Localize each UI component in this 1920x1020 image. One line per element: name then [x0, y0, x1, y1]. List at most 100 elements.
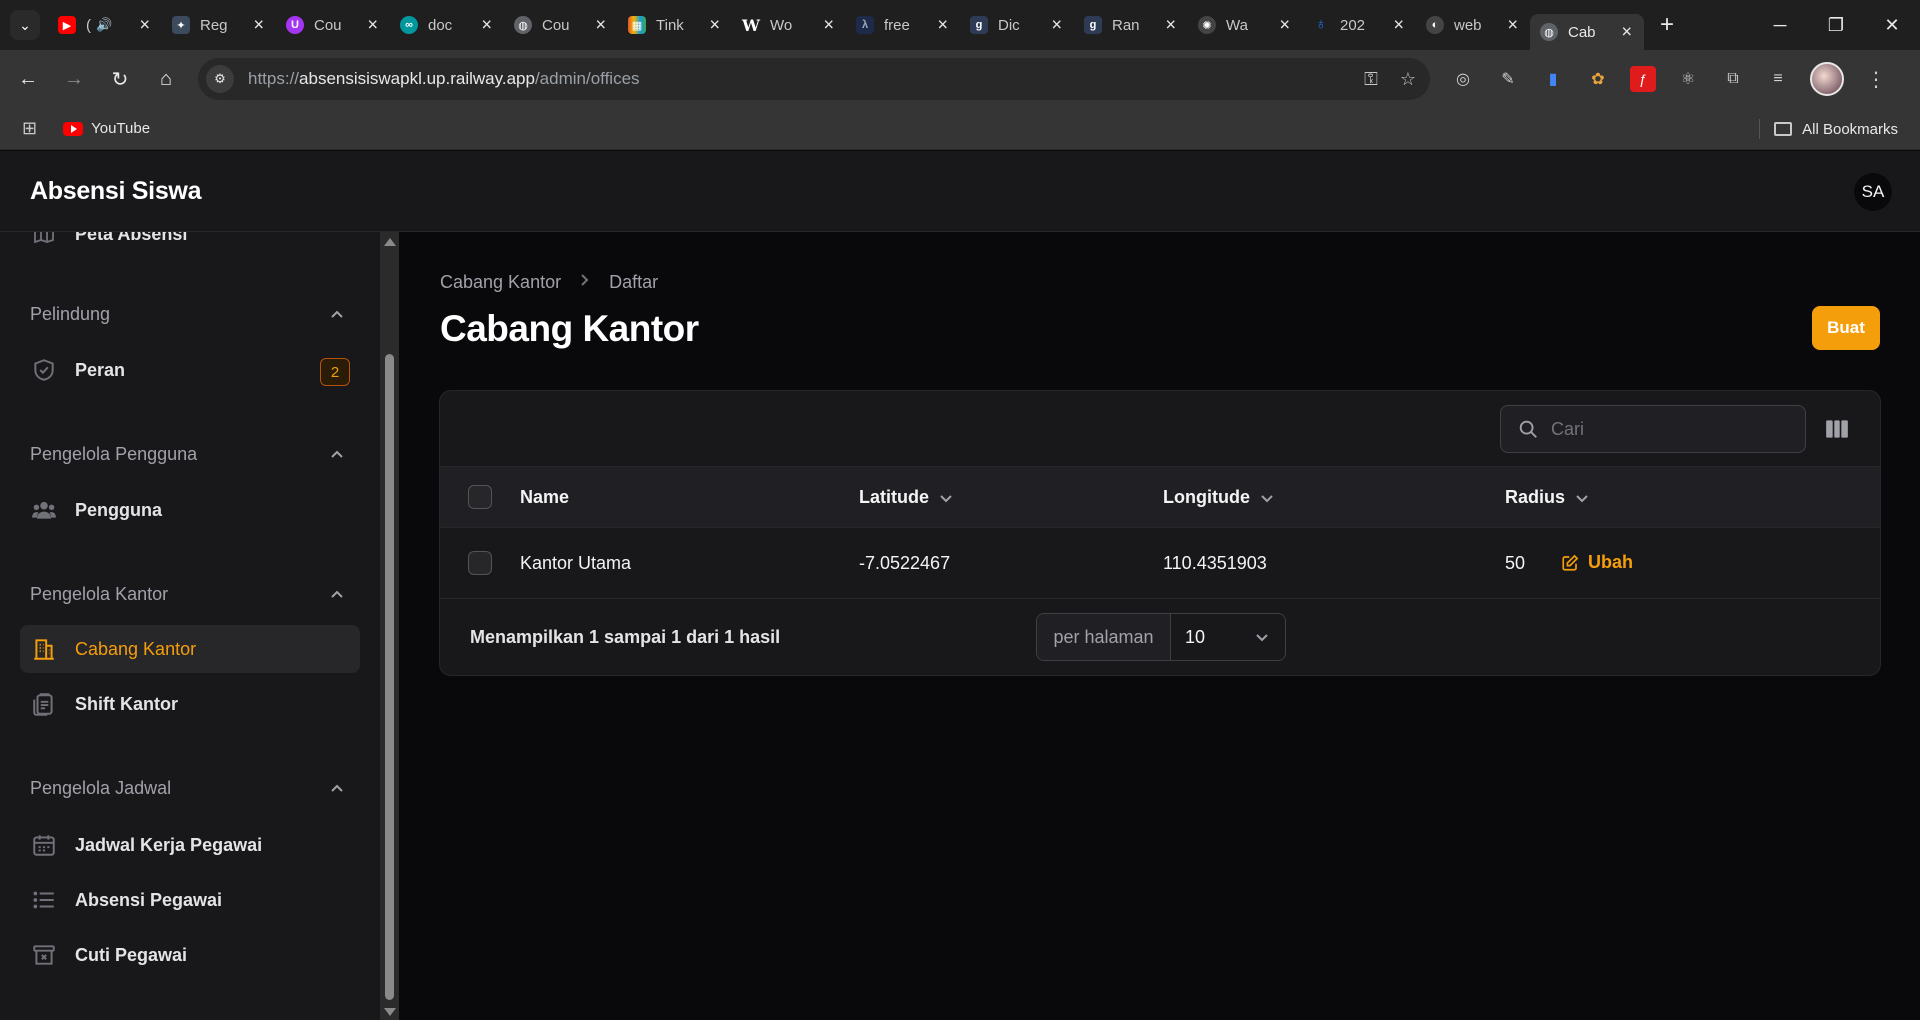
react-devtools-icon[interactable]: ⚛ [1675, 66, 1701, 92]
close-tab-icon[interactable]: × [139, 15, 150, 36]
breadcrumb-link[interactable]: Cabang Kantor [440, 272, 561, 293]
group-pengelola-kantor-label[interactable]: Pengelola Kantor [30, 584, 168, 605]
extensions-puzzle-icon[interactable]: ⧉ [1720, 66, 1746, 92]
all-bookmarks-button[interactable]: All Bookmarks [1759, 108, 1898, 150]
folder-icon [1774, 122, 1793, 136]
bookmark-youtube[interactable]: YouTube [63, 120, 150, 137]
bookmark-star-icon[interactable]: ☆ [1400, 69, 1416, 90]
sidebar-scrollbar[interactable] [380, 232, 399, 1020]
sidebar-item-peran[interactable]: Peran 2 [20, 346, 360, 394]
close-tab-icon[interactable]: × [1507, 15, 1518, 36]
users-icon [30, 496, 58, 524]
edit-link[interactable]: Ubah [1561, 552, 1633, 573]
search-input[interactable] [1551, 418, 1791, 440]
close-tab-icon[interactable]: × [595, 15, 606, 36]
close-tab-icon[interactable]: × [253, 15, 264, 36]
scroll-down-icon[interactable] [384, 1008, 396, 1016]
edit-label: Ubah [1588, 552, 1633, 572]
sidebar-item-cabang-kantor[interactable]: Cabang Kantor [20, 625, 360, 673]
table-row[interactable]: Kantor Utama -7.0522467 110.4351903 50 U… [440, 528, 1880, 599]
docs-extension-icon[interactable]: ▮ [1540, 66, 1566, 92]
new-tab-button[interactable]: + [1652, 10, 1682, 40]
group-pengelola-pengguna-label[interactable]: Pengelola Pengguna [30, 444, 197, 465]
close-window-icon[interactable]: ✕ [1864, 0, 1920, 50]
sidebar-item-shift-kantor[interactable]: Shift Kantor [20, 680, 360, 728]
close-tab-icon[interactable]: × [937, 15, 948, 36]
tab-search-button[interactable]: ⌄ [10, 10, 40, 40]
close-tab-icon[interactable]: × [1165, 15, 1176, 36]
close-tab-icon[interactable]: × [823, 15, 834, 36]
tab-arduino-docs[interactable]: ∞ doc × [390, 8, 504, 42]
close-tab-icon[interactable]: × [367, 15, 378, 36]
bookmark-label: YouTube [91, 120, 151, 137]
address-bar[interactable]: ⚙ https://absensisiswapkl.up.railway.app… [198, 58, 1430, 100]
row-checkbox[interactable] [468, 551, 492, 575]
speaker-icon[interactable]: 🔊 [96, 17, 112, 33]
apps-grid-icon[interactable]: ⊞ [22, 118, 37, 139]
scroll-up-icon[interactable] [384, 238, 396, 246]
minimize-icon[interactable]: ─ [1752, 0, 1808, 50]
sidebar-item-pengguna[interactable]: Pengguna [20, 486, 360, 534]
restore-icon[interactable]: ❐ [1808, 0, 1864, 50]
per-page-select[interactable]: 10 [1171, 614, 1285, 660]
close-tab-icon[interactable]: × [1621, 22, 1632, 43]
tab-wikipedia[interactable]: W Wo × [732, 8, 846, 42]
app-brand[interactable]: Absensi Siswa [30, 177, 201, 206]
user-avatar[interactable]: SA [1854, 173, 1892, 211]
close-tab-icon[interactable]: × [1279, 15, 1290, 36]
tab-web[interactable]: ◐ web × [1416, 8, 1530, 42]
back-icon[interactable]: ← [8, 59, 48, 99]
tab-chatgpt[interactable]: ✺ Wa × [1188, 8, 1302, 42]
tab-globe[interactable]: ◍ Cou × [504, 8, 618, 42]
tab-202[interactable]: ♁ 202 × [1302, 8, 1416, 42]
tab-youtube[interactable]: ▶(🔊 × [48, 8, 162, 42]
tab-ran[interactable]: g Ran × [1074, 8, 1188, 42]
media-controls-icon[interactable]: ≡ [1765, 66, 1791, 92]
sidebar-item-jadwal-kerja-pegawai[interactable]: Jadwal Kerja Pegawai [20, 821, 360, 869]
flash-extension-icon[interactable]: ƒ [1630, 66, 1656, 92]
group-pelindung-label[interactable]: Pelindung [30, 304, 110, 325]
select-all-checkbox[interactable] [468, 485, 492, 509]
media-router-icon[interactable]: ◎ [1450, 66, 1476, 92]
profile-avatar[interactable] [1810, 62, 1844, 96]
tab-cabang-kantor[interactable]: ◍ Cab × [1530, 14, 1644, 50]
close-tab-icon[interactable]: × [1393, 15, 1404, 36]
columns-toggle-icon[interactable] [1824, 416, 1850, 442]
column-header-latitude[interactable]: Latitude [859, 487, 953, 508]
url-text[interactable]: https://absensisiswapkl.up.railway.app/a… [248, 69, 640, 89]
tab-dic[interactable]: g Dic × [960, 8, 1074, 42]
chevron-up-icon[interactable] [330, 308, 344, 322]
home-icon[interactable]: ⌂ [146, 59, 186, 99]
tab-tinkercad[interactable]: ▦ Tink × [618, 8, 732, 42]
sidebar-item-cuti-pegawai[interactable]: Cuti Pegawai [20, 931, 360, 979]
eyedropper-icon[interactable]: ✎ [1495, 66, 1521, 92]
chevron-right-icon [579, 273, 591, 292]
forward-icon[interactable]: → [54, 59, 94, 99]
close-tab-icon[interactable]: × [709, 15, 720, 36]
reload-icon[interactable]: ↻ [100, 59, 140, 99]
cookie-extension-icon[interactable]: ✿ [1585, 66, 1611, 92]
globe-icon: ◍ [514, 16, 532, 34]
close-tab-icon[interactable]: × [481, 15, 492, 36]
tab-reg[interactable]: ✦ Reg × [162, 8, 276, 42]
tab-free[interactable]: λ free × [846, 8, 960, 42]
tab-udemy[interactable]: U Cou × [276, 8, 390, 42]
close-tab-icon[interactable]: × [1051, 15, 1062, 36]
sidebar-item-peta-absensi[interactable]: Peta Absensi [20, 232, 360, 258]
count-badge: 2 [320, 358, 350, 386]
scrollbar-thumb[interactable] [385, 354, 394, 1000]
chevron-up-icon[interactable] [330, 588, 344, 602]
site-info-icon[interactable]: ⚙ [206, 65, 234, 93]
create-button[interactable]: Buat [1812, 306, 1880, 350]
table-toolbar [440, 391, 1880, 467]
column-header-radius[interactable]: Radius [1505, 487, 1589, 508]
sidebar-item-absensi-pegawai[interactable]: Absensi Pegawai [20, 876, 360, 924]
group-pengelola-jadwal-label[interactable]: Pengelola Jadwal [30, 778, 171, 799]
chevron-up-icon[interactable] [330, 782, 344, 796]
column-header-longitude[interactable]: Longitude [1163, 487, 1274, 508]
browser-menu-icon[interactable]: ⋮ [1863, 66, 1889, 92]
key-icon[interactable]: ⚿ [1364, 69, 1378, 90]
chevron-up-icon[interactable] [330, 448, 344, 462]
sidebar-item-label: Pengguna [75, 499, 163, 520]
search-field[interactable] [1500, 405, 1806, 453]
